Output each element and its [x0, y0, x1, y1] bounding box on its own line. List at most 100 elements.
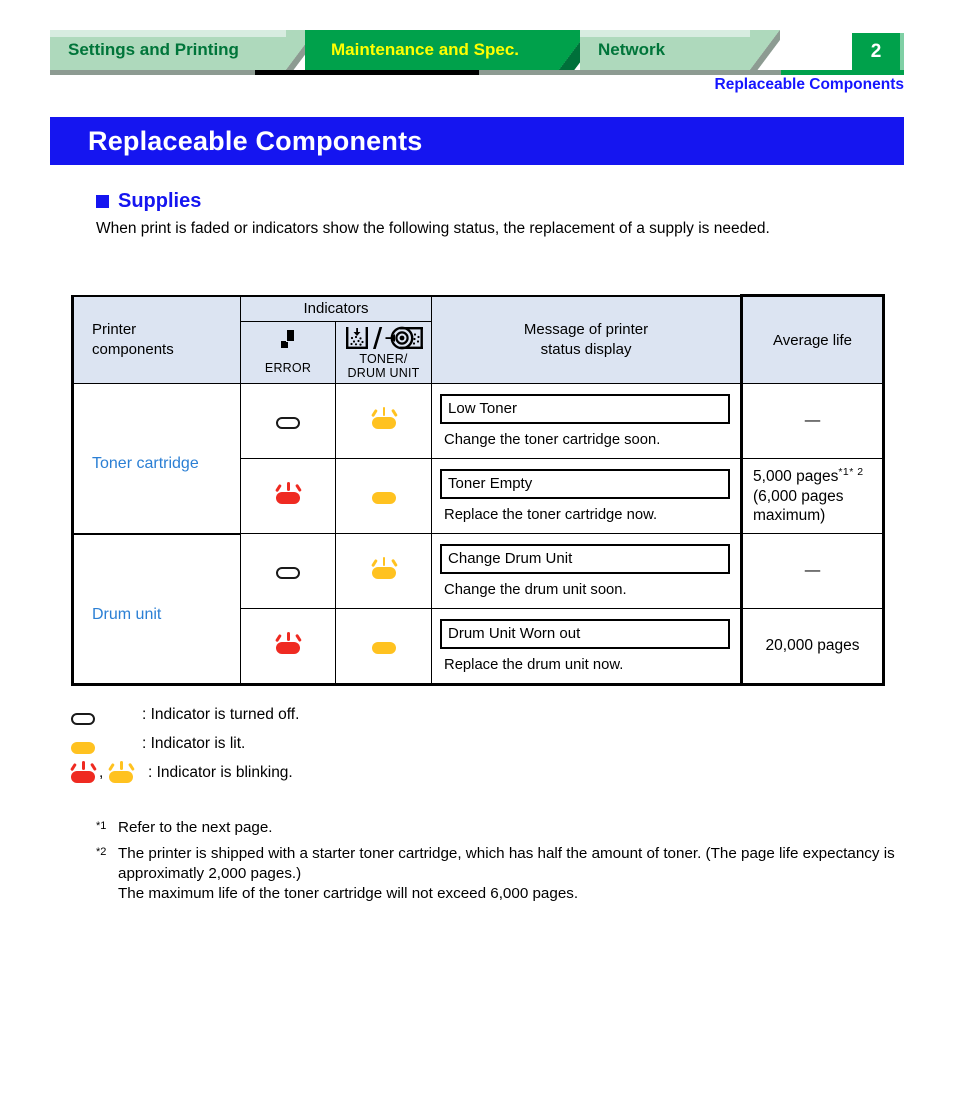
- indicator-lamp-blinking-red-icon: [273, 481, 303, 505]
- status-message-cell: Toner Empty Replace the toner cartridge …: [431, 458, 743, 534]
- tab-settings-and-printing[interactable]: Settings and Printing: [50, 30, 286, 70]
- footnotes: *1 Refer to the next page. *2 The printe…: [96, 818, 896, 910]
- legend-text: : Indicator is turned off.: [142, 705, 300, 723]
- indicator-lamp-blinking-amber-icon: [369, 406, 399, 430]
- component-name: Drum unit: [92, 605, 162, 623]
- table-row: Drum unit Change Drum Unit Change the dr…: [71, 533, 886, 686]
- indicator-lamp-off-icon: [273, 408, 303, 430]
- indicator-lamp-blinking-red-icon: [273, 631, 303, 655]
- tab-underline-green: [781, 70, 904, 75]
- component-name-cell: Toner cartridge: [71, 383, 241, 535]
- average-life-value: 5,000 pages: [753, 467, 839, 485]
- toner-drum-caption-line1: TONER/: [359, 352, 408, 366]
- error-indicator-cell: [240, 383, 336, 459]
- tab-maintenance-and-spec[interactable]: Maintenance and Spec.: [305, 30, 559, 70]
- error-bolt-icon: [281, 330, 294, 349]
- footnote-mark-text: *1: [96, 820, 107, 832]
- error-indicator-cell: [240, 458, 336, 534]
- average-life-cell: 20,000 pages: [740, 608, 886, 686]
- status-message-box: Toner Empty: [440, 469, 731, 499]
- replaceable-components-table: Printer components Indicators Message of…: [71, 294, 886, 686]
- indicator-legend: : Indicator is turned off. : Indicator i…: [68, 700, 299, 787]
- indicator-lamp-lit-icon: [68, 733, 98, 755]
- footnote-mark: *1: [96, 818, 118, 839]
- tab-bar: Settings and Printing Maintenance and Sp…: [50, 30, 904, 75]
- table-header-row-1: Printer components Indicators Message of…: [71, 294, 886, 384]
- legend-icon-group: ,: [68, 760, 148, 784]
- header-printer-components-label: Printer components: [92, 321, 174, 358]
- indicator-lamp-blinking-red-icon: [68, 760, 98, 784]
- component-name-cell: Drum unit: [71, 533, 241, 686]
- tab-label: Network: [598, 40, 666, 59]
- footnote-text: Refer to the next page.: [118, 819, 273, 836]
- status-message-sub: Change the toner cartridge soon.: [444, 432, 661, 448]
- page-title: Replaceable Components: [88, 125, 423, 156]
- legend-item: : Indicator is lit.: [68, 729, 299, 758]
- status-message-box: Drum Unit Worn out: [440, 619, 731, 649]
- average-life-footnote-mark: *1* 2: [838, 465, 864, 478]
- footnote-item: *1 Refer to the next page.: [96, 818, 896, 839]
- header-message: Message of printer status display: [431, 294, 743, 384]
- status-message-cell: Drum Unit Worn out Replace the drum unit…: [431, 608, 743, 686]
- header-error-indicator: ERROR: [240, 321, 336, 384]
- section-heading: Supplies: [96, 190, 201, 213]
- header-printer-components: Printer components: [71, 294, 241, 384]
- toner-drum-indicator-group: TONER/ DRUM UNIT: [336, 325, 431, 380]
- toner-drum-caption-line2: DRUM UNIT: [347, 365, 420, 380]
- average-life-cell: —: [740, 383, 886, 459]
- average-life-value: —: [804, 562, 821, 580]
- tab-network[interactable]: Network: [580, 30, 750, 70]
- component-name: Toner cartridge: [92, 455, 199, 473]
- tab-highlight: [580, 30, 750, 37]
- footnote-mark-text: *2: [96, 845, 107, 858]
- running-head: Replaceable Components: [714, 76, 905, 93]
- average-life-extra: (6,000 pages maximum): [753, 487, 844, 525]
- header-indicators: Indicators: [239, 294, 433, 322]
- indicator-lamp-lit-icon: [369, 633, 399, 655]
- status-message-sub: Change the drum unit soon.: [444, 582, 627, 598]
- status-message-sub: Replace the toner cartridge now.: [444, 507, 658, 523]
- page-number-badge: 2: [852, 33, 900, 70]
- legend-separator: ,: [99, 763, 104, 781]
- toner-indicator-cell: [334, 533, 433, 609]
- indicator-lamp-off-icon: [68, 704, 98, 726]
- footnote-item: *2 The printer is shipped with a starter…: [96, 844, 896, 905]
- error-indicator-caption: ERROR: [264, 361, 312, 376]
- tab-slant-shadow-3: [750, 30, 780, 70]
- document-page: Settings and Printing Maintenance and Sp…: [0, 0, 954, 1105]
- section-title: Supplies: [118, 190, 202, 212]
- error-indicator-group: ERROR: [241, 329, 335, 376]
- toner-indicator-cell: [334, 458, 433, 534]
- header-indicators-label: Indicators: [303, 300, 369, 318]
- toner-drum-unit-icon: [345, 326, 423, 350]
- tab-underline-active: [255, 70, 479, 75]
- error-indicator-cell: [240, 533, 336, 609]
- status-message-sub: Replace the drum unit now.: [444, 657, 624, 673]
- square-bullet-icon: [96, 195, 109, 208]
- page-badge-edge: [900, 33, 904, 70]
- toner-drum-caption: TONER/ DRUM UNIT: [347, 352, 420, 380]
- legend-icon-group: [68, 704, 142, 726]
- footnote-mark: *2: [96, 844, 118, 905]
- page-title-banner: Replaceable Components: [50, 117, 904, 165]
- status-message-cell: Change Drum Unit Change the drum unit so…: [431, 533, 743, 609]
- tab-highlight: [50, 30, 286, 37]
- header-average-life: Average life: [740, 294, 886, 384]
- tab-underline-right: [479, 70, 781, 75]
- toner-indicator-cell: [334, 383, 433, 459]
- status-message-box: Change Drum Unit: [440, 544, 731, 574]
- average-life-cell: 5,000 pages*1* 2 (6,000 pages maximum): [740, 458, 886, 534]
- tab-underline-left: [50, 70, 255, 75]
- indicator-lamp-lit-icon: [369, 483, 399, 505]
- tab-label: Maintenance and Spec.: [331, 40, 519, 59]
- legend-item: : Indicator is turned off.: [68, 700, 299, 729]
- header-toner-drum-indicator: TONER/ DRUM UNIT: [334, 321, 433, 384]
- footnote-text: The printer is shipped with a starter to…: [118, 844, 895, 903]
- legend-icon-group: [68, 733, 142, 755]
- average-life-cell: —: [740, 533, 886, 609]
- toner-indicator-cell: [334, 608, 433, 686]
- indicator-lamp-blinking-amber-icon: [106, 760, 136, 784]
- section-intro-text: When print is faded or indicators show t…: [96, 220, 770, 237]
- page-number: 2: [870, 40, 882, 62]
- header-message-label: Message of printer status display: [523, 320, 649, 358]
